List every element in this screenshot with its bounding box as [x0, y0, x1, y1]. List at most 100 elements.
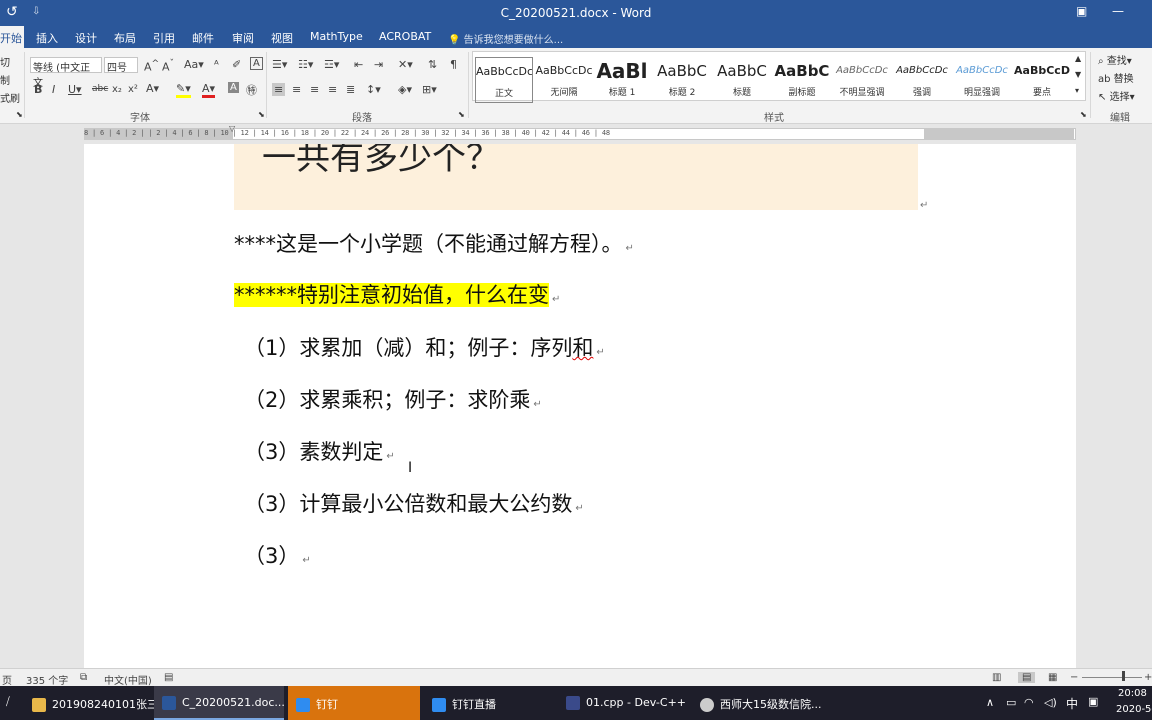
replace-button[interactable]: ab 替换	[1098, 70, 1134, 85]
document-area[interactable]: 一共有多少个？ ↵ ****这是一个小学题（不能通过解方程）。 ↵ ******特…	[0, 144, 1152, 668]
tab-acrobat[interactable]: ACROBAT	[379, 30, 431, 43]
doc-line-2[interactable]: ******特别注意初始值，什么在变 ↵	[234, 279, 560, 309]
indent-marker-icon[interactable]: ▽	[229, 124, 235, 133]
read-mode-icon[interactable]: ▥	[992, 672, 1001, 683]
shading-icon[interactable]: ◈▾	[398, 83, 412, 96]
doc-line-6[interactable]: （3）计算最小公倍数和最大公约数 ↵	[244, 488, 584, 518]
distributed-icon[interactable]: ≣	[346, 83, 355, 96]
find-button[interactable]: ⌕ 查找▾	[1098, 52, 1132, 67]
superscript-icon[interactable]: x²	[128, 84, 138, 95]
subscript-icon[interactable]: x₂	[112, 84, 122, 95]
style-subtitle[interactable]: AaBbC 副标题	[773, 57, 831, 103]
print-layout-icon[interactable]: ▤	[1018, 672, 1036, 683]
font-launcher-icon[interactable]: ⬊	[258, 110, 265, 119]
align-right-icon[interactable]: ≡	[310, 83, 319, 96]
style-strong[interactable]: AaBbCcD 要点	[1013, 57, 1071, 103]
increase-indent-icon[interactable]: ⇥	[374, 58, 383, 71]
taskbar-item-browser[interactable]: 西师大15级数信院...	[692, 686, 826, 720]
enclose-char-icon[interactable]: ㊕	[246, 82, 257, 98]
copy-button[interactable]: 制	[0, 72, 10, 87]
char-shading-icon[interactable]: A	[228, 82, 239, 93]
macro-icon[interactable]: ▤	[164, 672, 173, 683]
change-case-icon[interactable]: Aa▾	[184, 58, 204, 71]
tab-insert[interactable]: 插入	[36, 30, 58, 46]
font-size-select[interactable]: 四号	[104, 57, 138, 74]
font-family-select[interactable]: 等线 (中文正文	[30, 57, 102, 89]
web-layout-icon[interactable]: ▦	[1048, 672, 1057, 683]
align-left-icon[interactable]: ≡	[272, 83, 286, 96]
sort-icon[interactable]: ⇅	[428, 58, 437, 71]
taskbar-left-icon[interactable]: ⧸	[6, 686, 22, 720]
tab-mailings[interactable]: 邮件	[192, 30, 214, 46]
zoom-thumb[interactable]	[1122, 671, 1125, 681]
decrease-indent-icon[interactable]: ⇤	[354, 58, 363, 71]
clear-format-icon[interactable]: ✐	[232, 58, 241, 71]
zoom-in-icon[interactable]: +	[1144, 672, 1152, 683]
network-icon[interactable]: ◠	[1024, 696, 1034, 709]
style-heading-2[interactable]: AaBbC 标题 2	[653, 57, 711, 103]
chinese-layout-icon[interactable]: ✕▾	[398, 58, 413, 71]
style-subtle-emphasis[interactable]: AaBbCcDc 不明显强调	[833, 57, 891, 103]
language-indicator[interactable]: 中文(中国)	[104, 672, 152, 687]
doc-line-5[interactable]: （3）素数判定 ↵	[244, 436, 395, 466]
minimize-icon[interactable]: —	[1112, 4, 1124, 18]
battery-icon[interactable]: ▭	[1006, 696, 1016, 709]
bold-icon[interactable]: B	[34, 83, 42, 96]
word-count[interactable]: 335 个字	[26, 672, 68, 687]
doc-line-3[interactable]: （1）求累加（减）和；例子：序列和 ↵	[244, 332, 605, 362]
multilevel-list-icon[interactable]: ☲▾	[324, 58, 339, 71]
style-title[interactable]: AaBbC 标题	[713, 57, 771, 103]
tab-mathtype[interactable]: MathType	[310, 30, 363, 43]
borders-icon[interactable]: ⊞▾	[422, 83, 437, 96]
numbering-icon[interactable]: ☷▾	[298, 58, 313, 71]
input-switch-icon[interactable]: ▣	[1088, 695, 1098, 708]
taskbar-item-dingtalk[interactable]: 钉钉	[288, 686, 420, 720]
style-emphasis[interactable]: AaBbCcDc 强调	[893, 57, 951, 103]
taskbar-item-folder[interactable]: 201908240101张三	[24, 686, 158, 720]
select-button[interactable]: ↖ 选择▾	[1098, 88, 1135, 103]
clock-time[interactable]: 20:08	[1118, 688, 1147, 699]
doc-line-1[interactable]: ****这是一个小学题（不能通过解方程）。 ↵	[234, 228, 634, 258]
proofing-icon[interactable]: ⧉	[80, 672, 87, 683]
cut-button[interactable]: 切	[0, 54, 10, 69]
font-color-icon[interactable]: A▾	[202, 82, 216, 98]
doc-line-7[interactable]: （3） ↵	[244, 540, 311, 570]
italic-icon[interactable]: I	[52, 83, 55, 96]
line-spacing-icon[interactable]: ↕▾	[366, 83, 381, 96]
zoom-out-icon[interactable]: −	[1070, 672, 1078, 683]
show-marks-icon[interactable]: ¶	[450, 58, 457, 71]
tab-design[interactable]: 设计	[75, 30, 97, 46]
justify-icon[interactable]: ≡	[328, 83, 337, 96]
grow-font-icon[interactable]: A^	[144, 58, 159, 74]
clipboard-launcher-icon[interactable]: ⬊	[16, 110, 23, 119]
document-page[interactable]: 一共有多少个？ ↵ ****这是一个小学题（不能通过解方程）。 ↵ ******特…	[84, 144, 1076, 668]
text-effects-icon[interactable]: A▾	[146, 82, 159, 95]
styles-more-icon[interactable]: ▾	[1075, 86, 1079, 95]
styles-launcher-icon[interactable]: ⬊	[1080, 110, 1087, 119]
clock-date[interactable]: 2020-5-	[1116, 704, 1152, 715]
tab-review[interactable]: 审阅	[232, 30, 254, 46]
tab-view[interactable]: 视图	[271, 30, 293, 46]
phonetic-guide-icon[interactable]: ᴬ	[214, 58, 219, 71]
tab-references[interactable]: 引用	[153, 30, 175, 46]
paragraph-launcher-icon[interactable]: ⬊	[458, 110, 465, 119]
taskbar-item-devcpp[interactable]: 01.cpp - Dev-C++	[558, 686, 688, 720]
styles-scroll-up-icon[interactable]: ▲	[1075, 54, 1081, 63]
style-intense-emphasis[interactable]: AaBbCcDc 明显强调	[953, 57, 1011, 103]
shrink-font-icon[interactable]: Aˇ	[162, 58, 174, 74]
page-count[interactable]: 页	[2, 672, 12, 687]
style-heading-1[interactable]: AaBl 标题 1	[593, 57, 651, 103]
taskbar-item-live[interactable]: 钉钉直播	[424, 686, 554, 720]
tell-me-box[interactable]: 💡 告诉我您想要做什么...	[448, 31, 563, 46]
style-no-spacing[interactable]: AaBbCcDc 无间隔	[535, 57, 593, 103]
tab-layout[interactable]: 布局	[114, 30, 136, 46]
tray-expand-icon[interactable]: ∧	[986, 696, 994, 709]
volume-icon[interactable]: ◁)	[1044, 696, 1057, 709]
taskbar-item-word[interactable]: C_20200521.doc...	[154, 686, 285, 720]
align-center-icon[interactable]: ≡	[292, 83, 301, 96]
bullets-icon[interactable]: ☰▾	[272, 58, 287, 71]
styles-scroll-down-icon[interactable]: ▼	[1075, 70, 1081, 79]
tab-home[interactable]: 开始	[0, 26, 24, 48]
format-painter-button[interactable]: 式刷	[0, 90, 20, 105]
doc-line-4[interactable]: （2）求累乘积；例子：求阶乘 ↵	[244, 384, 542, 414]
